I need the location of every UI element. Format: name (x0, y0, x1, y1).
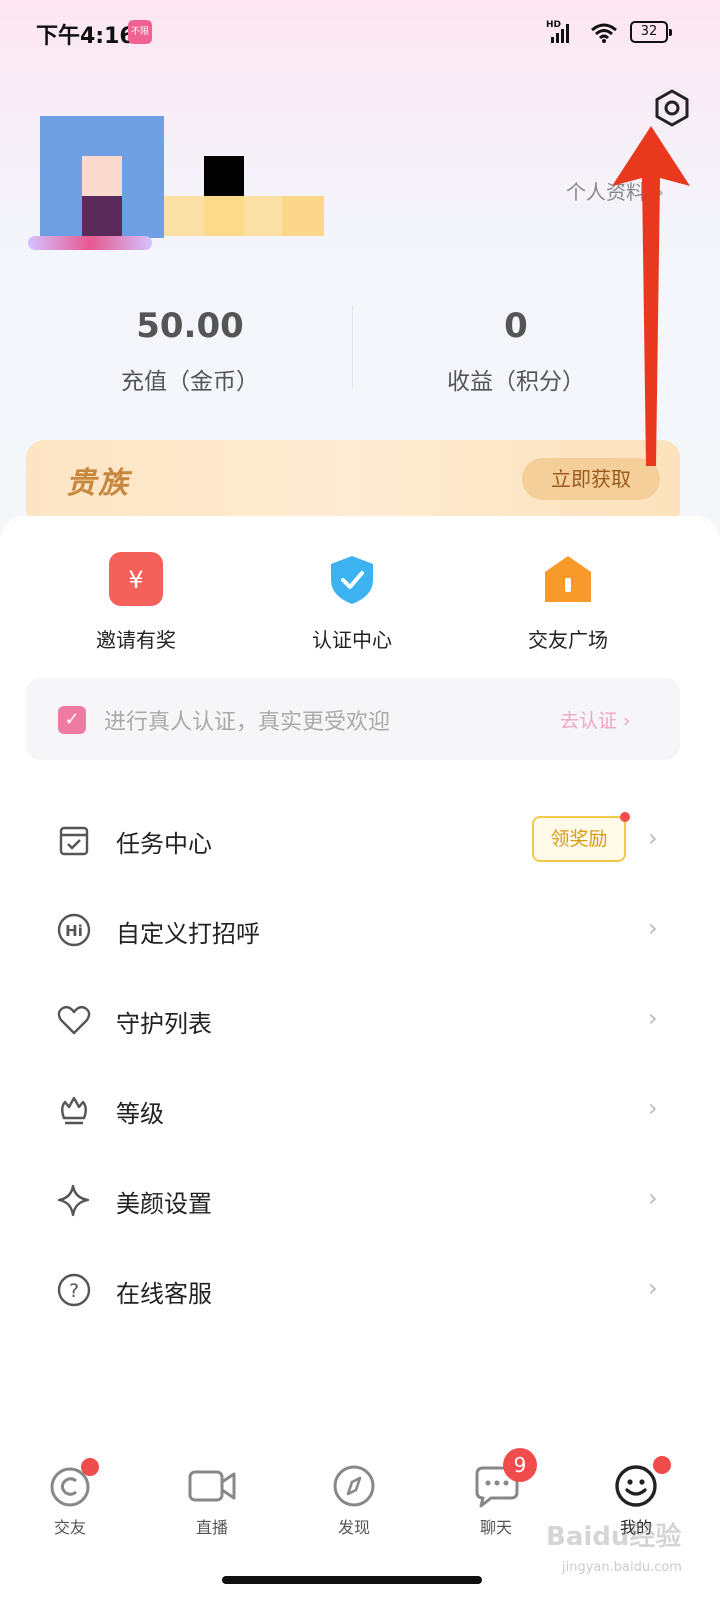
earnings-label: 收益（积分） (447, 369, 585, 395)
avatar[interactable] (40, 116, 164, 238)
go-verify-link[interactable]: 去认证 › (560, 706, 631, 733)
chevron-right-icon: › (648, 1094, 658, 1122)
home-indicator[interactable] (222, 1576, 482, 1584)
quick-verify-label: 认证中心 (312, 628, 392, 652)
menu-beauty-settings[interactable]: 美颜设置 › (0, 1156, 720, 1246)
noble-title: 贵族 (66, 466, 130, 501)
real-person-verify-banner[interactable]: ✓ 进行真人认证，真实更受欢迎 去认证 › (26, 678, 680, 760)
stat-divider (352, 306, 353, 388)
quick-invite[interactable]: ¥ 邀请有奖 (36, 552, 236, 653)
friends-icon (45, 1458, 99, 1508)
nav-live[interactable]: 直播 (152, 1452, 272, 1538)
chevron-right-icon: › (648, 824, 658, 852)
menu-label: 任务中心 (116, 830, 212, 858)
avatar-frame-decoration (28, 236, 152, 250)
menu-label: 美颜设置 (116, 1190, 212, 1218)
recharge-label: 充值（金币） (121, 369, 259, 395)
house-icon (541, 552, 595, 606)
chevron-right-icon: › (648, 1184, 658, 1212)
svg-text:Hi: Hi (65, 922, 83, 940)
settings-gear-icon[interactable] (652, 88, 692, 128)
chat-icon: 9 (471, 1448, 537, 1508)
notification-dot (653, 1456, 671, 1474)
nav-friends[interactable]: 交友 (10, 1452, 130, 1538)
claim-reward-badge[interactable]: 领奖励 (532, 812, 630, 862)
pixelated-name-block (204, 156, 244, 196)
earnings-value: 0 (504, 306, 528, 346)
menu-label: 在线客服 (116, 1280, 212, 1308)
compass-icon (329, 1462, 379, 1508)
hi-icon: Hi (57, 913, 91, 947)
main-card: ¥ 邀请有奖 认证中心 交友广场 ✓ 进行真人认证，真实更受欢迎 去认证 › 任… (0, 516, 720, 1600)
nav-label: 交友 (53, 1518, 86, 1537)
status-bar: 下午4:16 不限 HD 32 (0, 0, 720, 66)
crown-icon (61, 1096, 87, 1125)
chevron-right-icon: › (648, 914, 658, 942)
chevron-right-icon: › (648, 1004, 658, 1032)
wifi-icon (591, 23, 617, 43)
signal-icon (551, 24, 569, 43)
unread-count-badge: 9 (503, 1448, 537, 1482)
watermark-logo: Baidu经验 (546, 1522, 682, 1552)
menu-label: 等级 (116, 1100, 164, 1128)
avatar-face (82, 156, 122, 196)
menu-label: 自定义打招呼 (116, 920, 260, 948)
checkbox-icon: ✓ (58, 706, 86, 734)
svg-text:¥: ¥ (128, 566, 143, 594)
earnings-stat[interactable]: 0 收益（积分） (416, 306, 616, 396)
sparkle-icon (57, 1184, 90, 1217)
quick-verify-center[interactable]: 认证中心 (252, 552, 452, 653)
watermark-url: jingyan.baidu.com (562, 1560, 682, 1575)
quick-invite-label: 邀请有奖 (96, 628, 176, 652)
quick-plaza-label: 交友广场 (528, 628, 608, 652)
smile-icon (611, 1456, 671, 1508)
pixelated-username (164, 196, 324, 236)
menu-task-center[interactable]: 任务中心 领奖励 › (0, 796, 720, 886)
task-calendar-icon (59, 826, 89, 856)
menu-level[interactable]: 等级 › (0, 1066, 720, 1156)
nav-discover[interactable]: 发现 (294, 1452, 414, 1538)
chevron-right-icon: › (648, 1274, 658, 1302)
nav-label: 聊天 (479, 1518, 512, 1537)
battery-icon: 32 (630, 21, 672, 43)
menu-label: 守护列表 (116, 1010, 212, 1038)
heart-icon (57, 1005, 91, 1035)
nav-label: 直播 (195, 1518, 228, 1537)
quick-friend-plaza[interactable]: 交友广场 (468, 552, 668, 653)
video-icon (187, 1462, 237, 1508)
recharge-value: 50.00 (136, 306, 244, 346)
svg-text:?: ? (69, 1280, 79, 1302)
shield-check-icon (325, 552, 379, 606)
nav-label: 发现 (337, 1518, 370, 1537)
recharge-stat[interactable]: 50.00 充值（金币） (90, 306, 290, 396)
verify-text: 进行真人认证，真实更受欢迎 (104, 710, 391, 735)
noble-banner[interactable]: 贵族 立即获取 (26, 440, 680, 528)
notification-dot (620, 812, 630, 822)
status-app-badge: 不限 (128, 20, 152, 44)
notification-dot (81, 1458, 99, 1476)
nav-chat[interactable]: 9 聊天 (436, 1448, 556, 1538)
yuan-icon: ¥ (109, 552, 163, 606)
menu-guard-list[interactable]: 守护列表 › (0, 976, 720, 1066)
avatar-body (82, 196, 122, 238)
question-icon: ? (57, 1273, 91, 1307)
status-time: 下午4:16 (36, 24, 135, 49)
menu-custom-greeting[interactable]: Hi 自定义打招呼 › (0, 886, 720, 976)
claim-reward-label: 领奖励 (550, 828, 608, 850)
menu-online-support[interactable]: ? 在线客服 › (0, 1246, 720, 1336)
annotation-arrow (612, 126, 690, 466)
